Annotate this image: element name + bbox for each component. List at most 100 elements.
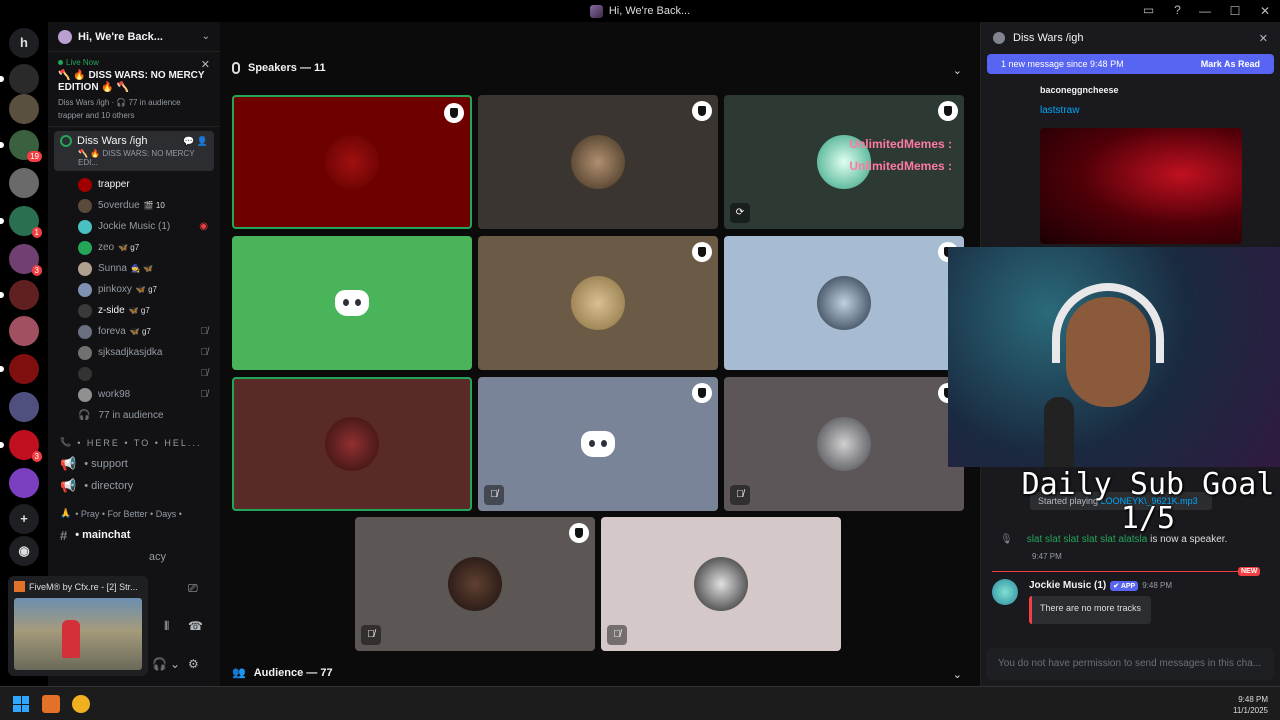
server-h[interactable]: h bbox=[9, 28, 39, 58]
server-icon[interactable] bbox=[9, 354, 39, 384]
disconnect-icon[interactable]: ☎ bbox=[188, 619, 203, 633]
voice-member[interactable]: z-side 🦋 g7 bbox=[48, 300, 220, 321]
inbox-icon[interactable]: ▭ bbox=[1141, 3, 1156, 18]
server-icon[interactable] bbox=[9, 468, 39, 498]
speaker-tile[interactable] bbox=[724, 236, 964, 370]
speaker-tile[interactable] bbox=[478, 95, 718, 229]
speaker-tile[interactable] bbox=[232, 236, 472, 370]
voice-member[interactable]: 5overdue 🎬 10 bbox=[48, 195, 220, 216]
live-status: Live Now bbox=[58, 58, 210, 67]
channel-mainchat[interactable]: # • mainchat bbox=[48, 524, 220, 546]
voice-member[interactable]: work98 🎙̸ bbox=[48, 384, 220, 405]
speaker-tile[interactable]: 🎙̸ bbox=[601, 517, 841, 651]
channel-directory[interactable]: 📢 • directory bbox=[48, 475, 220, 497]
server-icon[interactable] bbox=[9, 392, 39, 422]
category-pray[interactable]: 🙏 • Pray • For Better • Days • bbox=[48, 503, 220, 524]
headphones-icon: 🎧 bbox=[78, 410, 91, 421]
server-icon[interactable]: 19 bbox=[9, 130, 42, 162]
server-icon[interactable] bbox=[9, 64, 39, 94]
explore-icon[interactable]: ◉ bbox=[9, 536, 39, 566]
video-attachment[interactable] bbox=[1040, 128, 1242, 244]
channel-support[interactable]: 📢 • support bbox=[48, 453, 220, 475]
close-window-button[interactable]: ✕ bbox=[1250, 4, 1280, 18]
unread-pill bbox=[0, 292, 4, 298]
channel-privacy[interactable]: acy bbox=[48, 546, 220, 568]
gear-icon[interactable]: ⚙ bbox=[188, 657, 199, 671]
close-icon[interactable]: ✕ bbox=[201, 58, 210, 71]
avatar bbox=[78, 345, 92, 360]
muted-mic-icon: 🎙̸ bbox=[200, 389, 209, 400]
speaker-tile[interactable]: 🎙̸ bbox=[724, 377, 964, 511]
bot-embed: There are no more tracks bbox=[1029, 596, 1151, 624]
muted-mic-icon: 🎙̸ bbox=[607, 625, 627, 645]
speakers-header[interactable]: Speakers — 11 bbox=[232, 62, 326, 74]
message-input[interactable]: You do not have permission to send messa… bbox=[986, 648, 1274, 680]
new-messages-bar[interactable]: 1 new message since 9:48 PM Mark As Read bbox=[987, 54, 1274, 74]
server-header[interactable]: Hi, We're Back... ⌄ bbox=[48, 22, 220, 52]
message-author[interactable]: baconeggncheese bbox=[1040, 85, 1119, 95]
fivem-icon[interactable] bbox=[42, 695, 60, 713]
server-icon[interactable]: 3 bbox=[9, 430, 42, 462]
server-icon[interactable] bbox=[9, 94, 39, 124]
server-icon[interactable] bbox=[9, 316, 39, 346]
avatar bbox=[571, 135, 625, 189]
speaker-tile[interactable]: 🎙̸ bbox=[478, 377, 718, 511]
stream-icon: ⟳ bbox=[730, 203, 750, 223]
voice-member[interactable]: Jockie Music (1) ◉ bbox=[48, 216, 220, 237]
hash-icon: # bbox=[60, 527, 68, 543]
bot-name[interactable]: Jockie Music (1) bbox=[1029, 580, 1106, 591]
avatar bbox=[78, 303, 92, 318]
voice-member[interactable]: pinkoxy 🦋 g7 bbox=[48, 279, 220, 300]
audience-count-row[interactable]: 🎧 77 in audience bbox=[48, 405, 220, 426]
stream-preview-image[interactable] bbox=[14, 598, 142, 670]
voice-member[interactable]: foreva 🦋 g7 🎙̸ bbox=[48, 321, 220, 342]
audience-header[interactable]: 👥 Audience — 77 bbox=[232, 666, 333, 680]
app-badge: ✔ APP bbox=[1110, 580, 1139, 591]
avatar bbox=[325, 135, 379, 189]
category-here-to-help[interactable]: 📞 • HERE • TO • HEL... bbox=[48, 432, 220, 453]
chat-overlay-text: UnlimitedMemes : bbox=[849, 137, 952, 151]
voice-member[interactable]: zeo 🦋 g7 bbox=[48, 237, 220, 258]
message-link[interactable]: laststraw bbox=[1040, 105, 1079, 116]
server-icon[interactable] bbox=[9, 280, 39, 310]
muted-mic-icon: 🎙̸ bbox=[200, 326, 209, 337]
close-icon[interactable]: ✕ bbox=[1259, 32, 1268, 45]
avatar bbox=[817, 276, 871, 330]
server-icon[interactable]: 3 bbox=[9, 244, 42, 276]
muted-mic-icon: 🎙̸ bbox=[200, 368, 209, 379]
avatar[interactable] bbox=[992, 579, 1018, 605]
speaker-tile[interactable] bbox=[232, 95, 472, 229]
system-clock[interactable]: 9:48 PM 11/1/2025 bbox=[1233, 694, 1268, 716]
voice-member[interactable]: 🎙̸ bbox=[48, 363, 220, 384]
soundboard-icon[interactable]: ⦀ bbox=[164, 619, 169, 634]
server-icon[interactable] bbox=[9, 168, 39, 198]
speaker-tile[interactable]: UnlimitedMemes : UnlimitedMemes : ⟳ bbox=[724, 95, 964, 229]
avatar bbox=[78, 387, 92, 402]
avatar bbox=[571, 276, 625, 330]
chevron-down-icon[interactable]: ⌄ bbox=[170, 657, 180, 671]
voice-member[interactable]: trapper bbox=[48, 174, 220, 195]
stream-preview-popout[interactable]: FiveM® by Cfx.re - [2] Str... bbox=[8, 576, 148, 676]
discord-taskbar-icon[interactable] bbox=[72, 695, 90, 713]
voice-member[interactable]: Sunna 🧙 🦋 bbox=[48, 258, 220, 279]
mark-as-read-button[interactable]: Mark As Read bbox=[1201, 59, 1260, 69]
voice-channel-diss-wars[interactable]: Diss Wars /igh 🪓 🔥 DISS WARS: NO MERCY E… bbox=[54, 131, 214, 171]
speaker-tile[interactable] bbox=[232, 377, 472, 511]
speaker-tile[interactable] bbox=[478, 236, 718, 370]
moderator-icon bbox=[569, 523, 589, 543]
message-timestamp: 9:48 PM bbox=[1142, 581, 1173, 590]
speaker-tile[interactable]: 🎙̸ bbox=[355, 517, 595, 651]
server-icon[interactable]: 1 bbox=[9, 206, 42, 238]
screen-share-icon[interactable]: ⎚ bbox=[188, 581, 198, 596]
headphones-icon[interactable]: 🎧 bbox=[152, 657, 167, 671]
windows-start-icon[interactable] bbox=[13, 696, 29, 712]
voice-member[interactable]: sjksadjkasjdka 🎙̸ bbox=[48, 342, 220, 363]
live-event-card[interactable]: Live Now ✕ 🪓 🔥 DISS WARS: NO MERCY EDITI… bbox=[48, 52, 220, 127]
add-server-icon[interactable]: + bbox=[9, 504, 39, 534]
minimize-button[interactable]: — bbox=[1190, 4, 1220, 18]
chevron-down-icon[interactable]: ⌄ bbox=[953, 668, 962, 681]
maximize-button[interactable]: ☐ bbox=[1220, 4, 1250, 18]
chevron-down-icon[interactable]: ⌄ bbox=[953, 64, 962, 77]
chat-icon[interactable]: 💬 👤 bbox=[183, 136, 208, 147]
help-icon[interactable]: ? bbox=[1170, 3, 1185, 18]
